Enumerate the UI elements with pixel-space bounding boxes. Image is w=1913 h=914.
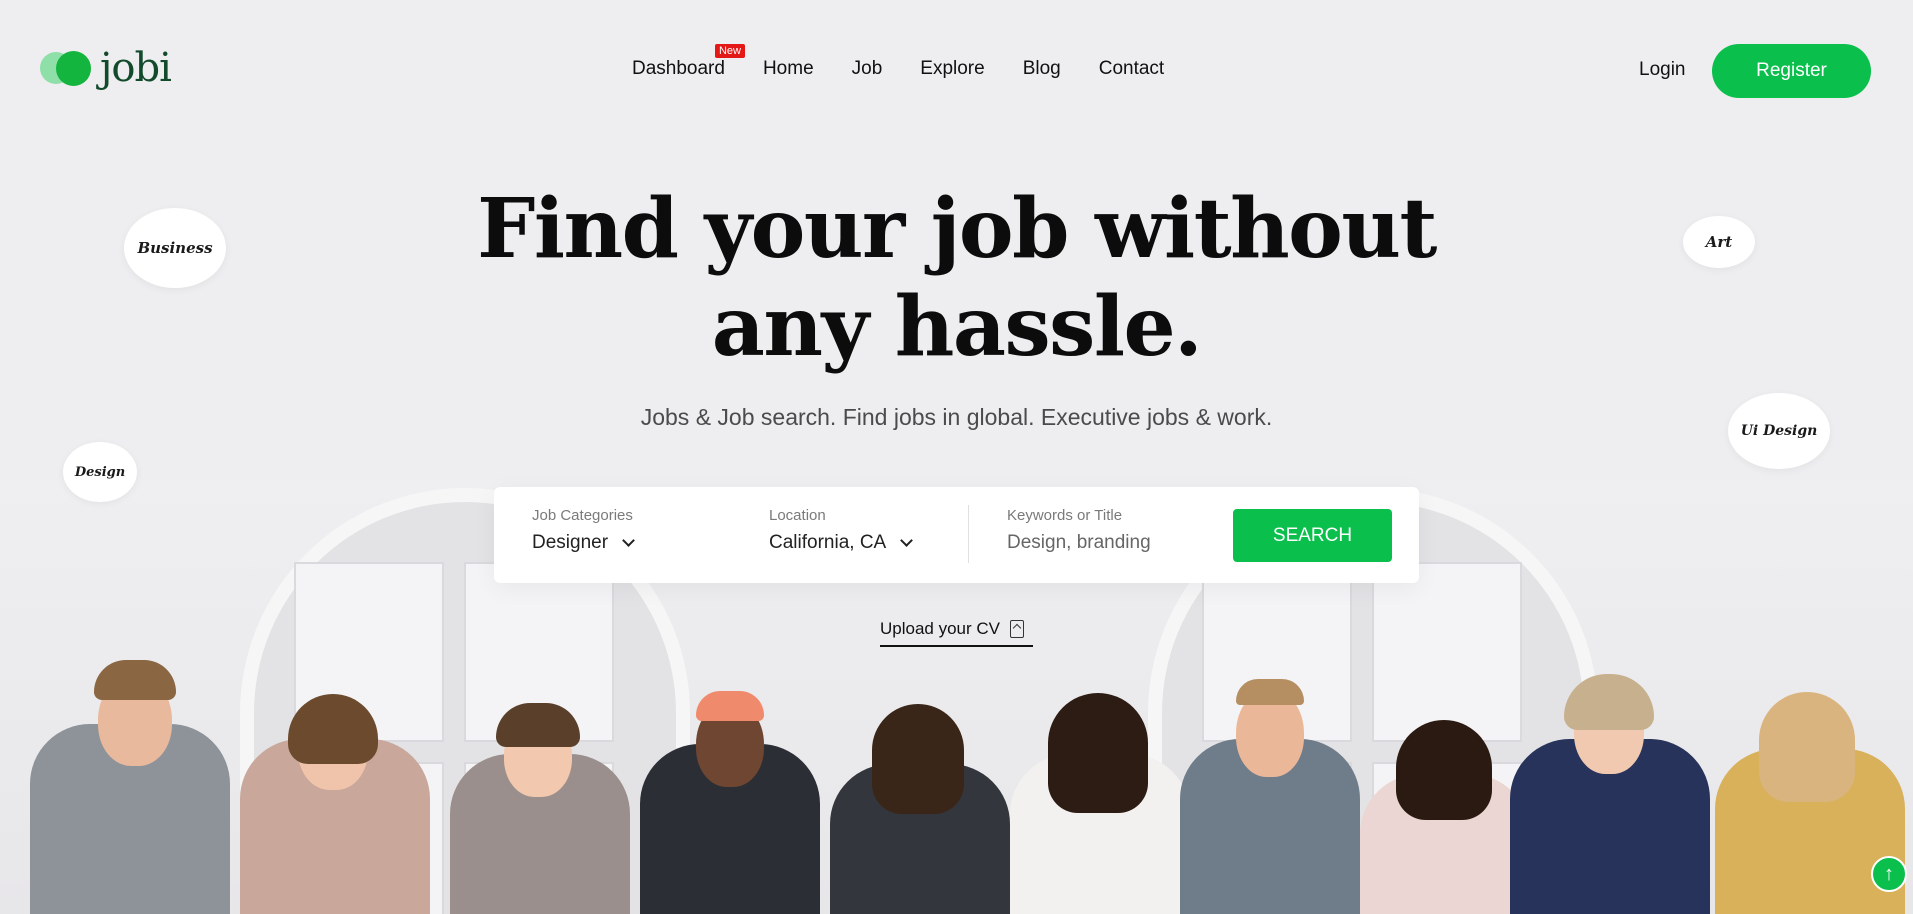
person-figure [230, 634, 440, 914]
logo-icon [40, 48, 92, 88]
nav-item-dashboard[interactable]: Dashboard New [632, 44, 745, 80]
tag-bubble-art: Art [1683, 216, 1755, 268]
location-select[interactable]: California, CA [769, 532, 914, 554]
job-category-value: Designer [532, 532, 609, 553]
site-header: jobi Dashboard New Home Job Explore Blog… [0, 0, 1913, 140]
hero-title-line-1: Find your job without [477, 181, 1437, 277]
person-figure [630, 639, 830, 914]
location-field: Location California, CA [769, 507, 914, 554]
chevron-down-icon [900, 534, 914, 547]
hero-title: Find your job without any hassle. [0, 180, 1913, 376]
main-nav: Dashboard New Home Job Explore Blog Cont… [632, 44, 1164, 80]
tag-bubble-design: Design [63, 442, 137, 502]
upload-cv-label: Upload your CV [880, 619, 1001, 638]
tag-bubble-ui-design: Ui Design [1728, 393, 1830, 469]
job-category-label: Job Categories [532, 507, 633, 524]
nav-label: Dashboard [632, 58, 725, 79]
location-label: Location [769, 507, 826, 524]
logo[interactable]: jobi [40, 45, 172, 91]
person-figure [440, 649, 640, 914]
nav-item-blog[interactable]: Blog [1023, 58, 1061, 80]
keyword-input[interactable] [1007, 532, 1197, 554]
field-divider [968, 505, 969, 563]
job-category-field: Job Categories Designer [532, 507, 635, 554]
hero-title-line-2: any hassle. [711, 279, 1203, 375]
hero-subtitle: Jobs & Job search. Find jobs in global. … [640, 404, 1273, 430]
keyword-field: Keywords or Title [1007, 507, 1197, 554]
job-search-form: Job Categories Designer Location Califor… [494, 487, 1419, 583]
person-figure [20, 614, 240, 914]
person-figure [1500, 624, 1720, 914]
person-figure [1170, 629, 1370, 914]
chevron-down-icon [622, 534, 635, 547]
arrow-up-icon: ↑ [1884, 862, 1894, 885]
new-badge: New [714, 44, 745, 58]
keyword-label: Keywords or Title [1007, 507, 1123, 524]
register-button[interactable]: Register [1712, 44, 1871, 98]
nav-item-explore[interactable]: Explore [920, 58, 984, 80]
job-category-select[interactable]: Designer [532, 532, 635, 554]
file-upload-icon [1010, 620, 1025, 638]
nav-item-contact[interactable]: Contact [1099, 58, 1164, 80]
person-figure [820, 654, 1020, 914]
nav-item-job[interactable]: Job [852, 58, 883, 80]
search-button[interactable]: SEARCH [1233, 509, 1392, 562]
scroll-to-top-button[interactable]: ↑ [1871, 856, 1907, 892]
tag-bubble-business: Business [124, 208, 226, 288]
login-link[interactable]: Login [1639, 59, 1686, 81]
nav-item-home[interactable]: Home [763, 58, 814, 80]
upload-cv-link[interactable]: Upload your CV [880, 613, 1033, 647]
logo-text: jobi [100, 45, 172, 91]
location-value: California, CA [769, 532, 887, 553]
